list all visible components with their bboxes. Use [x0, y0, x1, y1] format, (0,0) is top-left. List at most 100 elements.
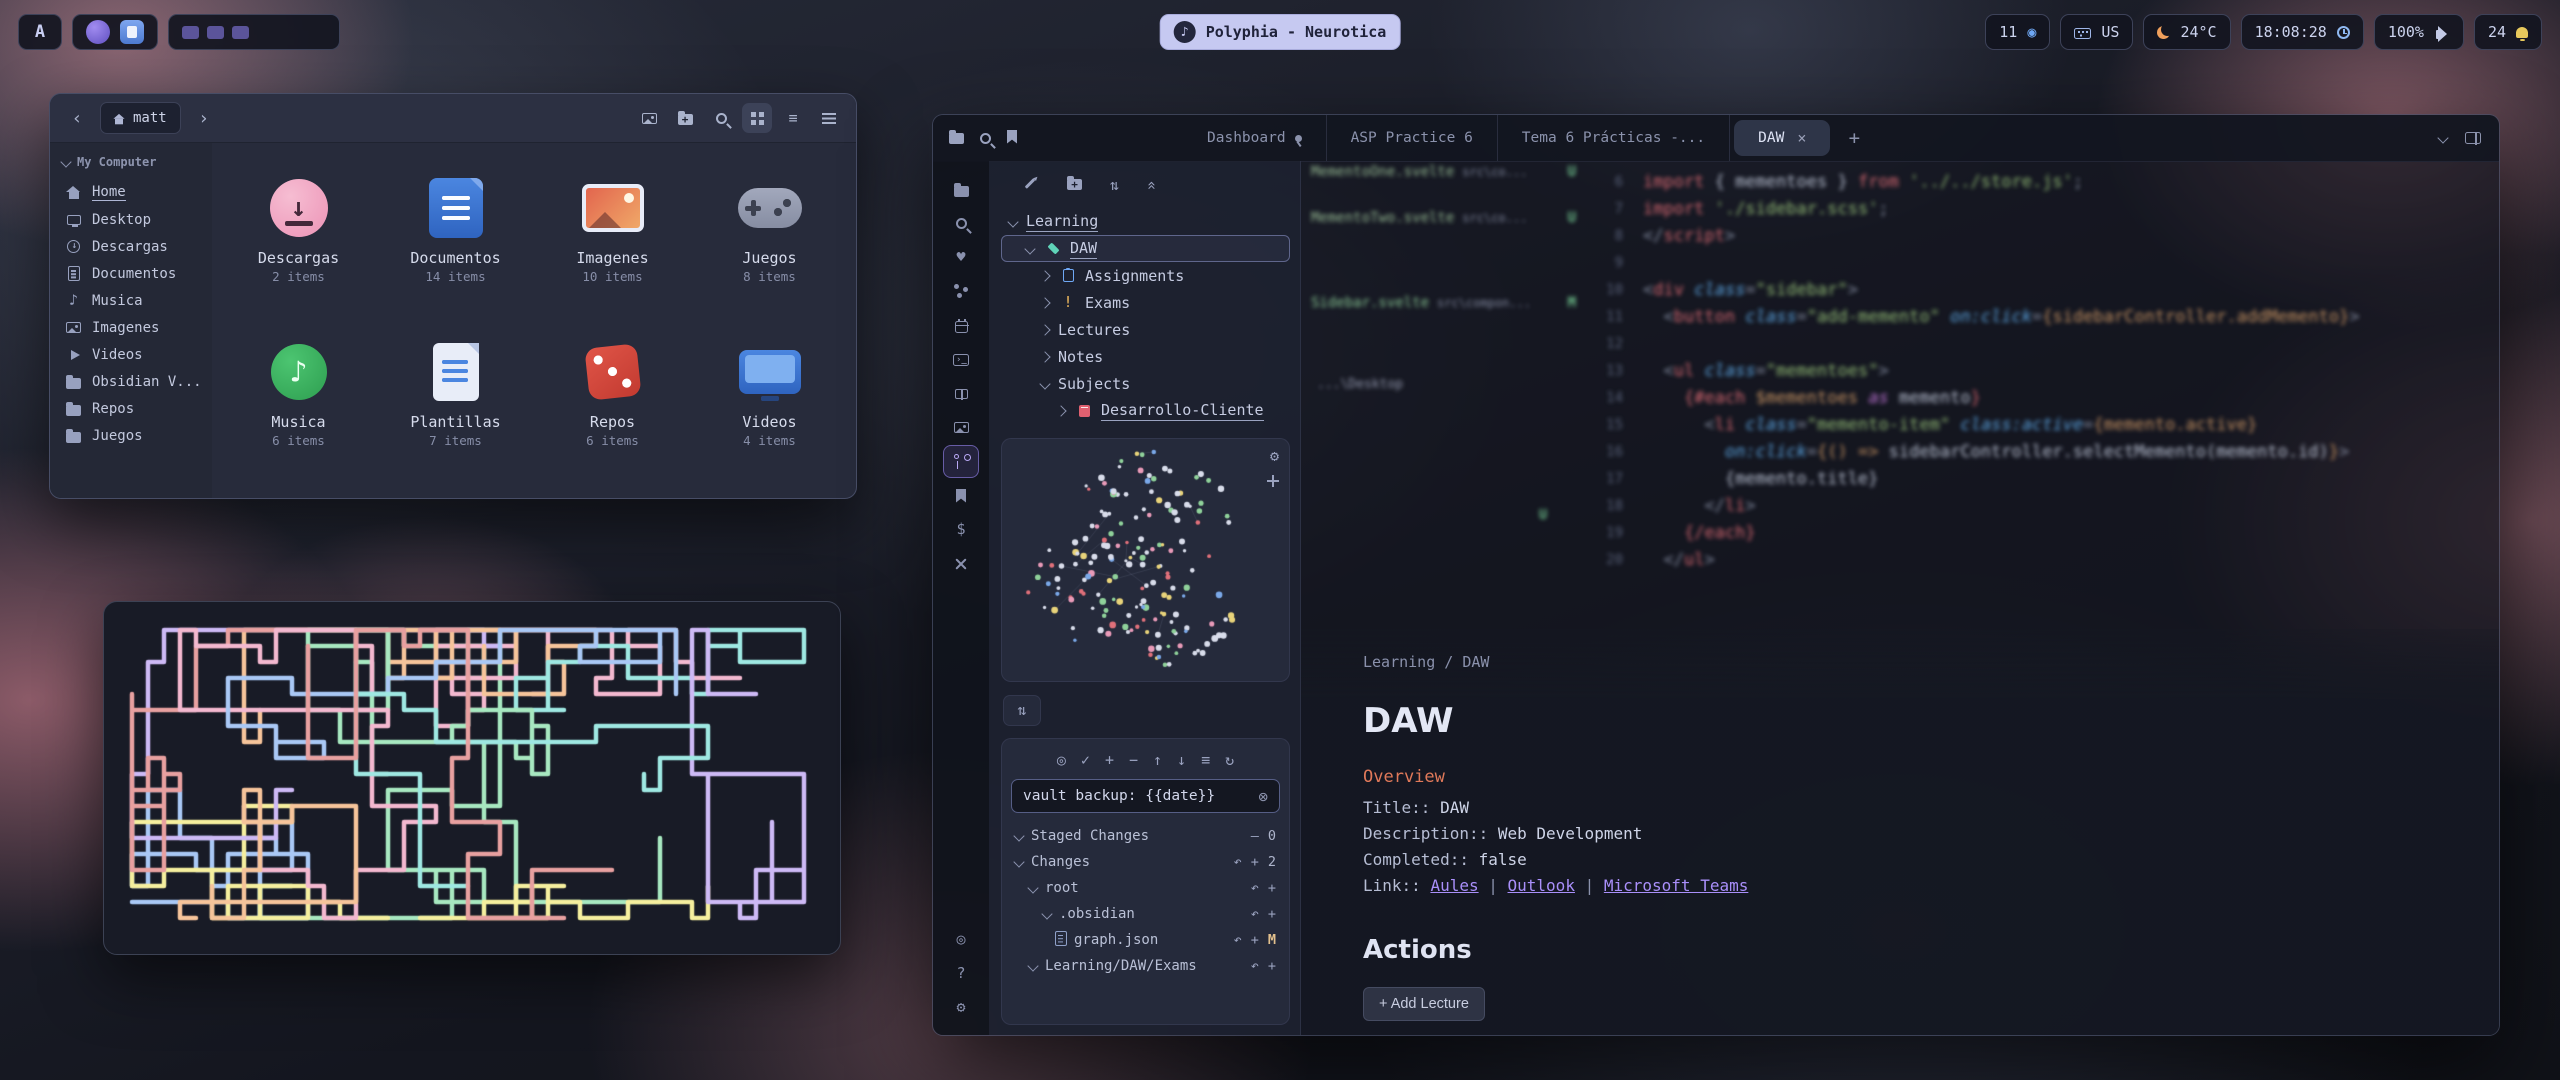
undo-action-icon[interactable]: ↶ [1251, 958, 1259, 974]
list-view-button[interactable]: ≡ [778, 103, 808, 133]
folder-juegos[interactable]: Juegos8 items [691, 157, 848, 321]
chevron-down-icon[interactable] [1041, 908, 1052, 919]
new-folder-button[interactable] [1067, 175, 1082, 196]
chevron-down-icon[interactable] [1027, 882, 1038, 893]
sidebar-item-desktop[interactable]: Desktop [58, 206, 204, 233]
tab-daw[interactable]: DAW× [1734, 120, 1830, 156]
commit-provider-button[interactable]: ◎ [1057, 750, 1066, 769]
folder-imagenes[interactable]: Imagenes10 items [534, 157, 691, 321]
sidebar-item-repos[interactable]: Repos [58, 395, 204, 422]
tab-list-chevron-icon[interactable] [2437, 132, 2448, 143]
new-note-button[interactable] [1021, 175, 1039, 196]
activity-search-button[interactable] [943, 207, 979, 240]
activity-bookmarks-button[interactable] [943, 479, 979, 512]
git-row-changes[interactable]: Changes↶+2 [1011, 849, 1280, 875]
note-link-outlook[interactable]: Outlook [1508, 876, 1575, 895]
sidebar-item-home[interactable]: Home [58, 179, 204, 206]
push-button[interactable]: ↑ [1153, 750, 1162, 769]
tab-asp-practice-6[interactable]: ASP Practice 6 [1327, 115, 1498, 161]
clock-module[interactable]: 18:08:28 [2241, 14, 2364, 50]
back-button[interactable]: ‹ [62, 103, 92, 133]
change-list-button[interactable]: ≡ [1201, 750, 1210, 769]
notes-button[interactable] [120, 20, 144, 44]
sidebar-item-juegos[interactable]: Juegos [58, 422, 204, 449]
tab-tema-6-pr-cticas-[interactable]: Tema 6 Prácticas -... [1498, 115, 1730, 161]
activity-sync-button[interactable]: ◎ [943, 923, 979, 956]
quick-search-button[interactable] [980, 129, 991, 148]
split-layout-icon[interactable] [2465, 132, 2481, 144]
tree-item-notes[interactable]: Notes [1001, 343, 1290, 370]
now-playing-widget[interactable]: ♪ Polyphia - Neurotica [1160, 14, 1401, 50]
folder-repos[interactable]: Repos6 items [534, 321, 691, 485]
pull-button[interactable]: ↓ [1177, 750, 1186, 769]
dash-action-icon[interactable]: — [1251, 828, 1259, 844]
sidebar-item-obsidian-v-[interactable]: Obsidian V... [58, 368, 204, 395]
note-link-microsoft-teams[interactable]: Microsoft Teams [1604, 876, 1749, 895]
activity-git-button[interactable] [943, 445, 979, 478]
commit-message-input[interactable]: vault backup: {{date}} ⊗ [1011, 779, 1280, 813]
activity-images-button[interactable] [943, 411, 979, 444]
chevron-down-icon[interactable] [1013, 856, 1024, 867]
plus-action-icon[interactable]: + [1268, 906, 1276, 922]
activity-health-button[interactable]: ♥ [943, 241, 979, 274]
avatar-button[interactable] [86, 20, 110, 44]
graph-canvas[interactable] [1003, 440, 1291, 678]
undo-action-icon[interactable]: ↶ [1234, 854, 1242, 870]
window-count-module[interactable]: 11◉ [1985, 14, 2050, 50]
close-tab-icon[interactable]: × [1797, 129, 1806, 147]
weather-module[interactable]: 24°C [2143, 14, 2230, 50]
note-link-aules[interactable]: Aules [1430, 876, 1478, 895]
chevron-down-icon[interactable] [1027, 960, 1038, 971]
undo-action-icon[interactable]: ↶ [1251, 880, 1259, 896]
new-tab-button[interactable]: + [1834, 127, 1874, 149]
note-breadcrumb[interactable]: Learning / DAW [1363, 653, 2409, 671]
breadcrumb[interactable]: matt [100, 102, 181, 134]
git-row-staged-changes[interactable]: Staged Changes—0 [1011, 823, 1280, 849]
tree-item-subjects[interactable]: Subjects [1001, 370, 1290, 397]
undo-action-icon[interactable]: ↶ [1251, 906, 1259, 922]
folder-plantillas[interactable]: Plantillas7 items [377, 321, 534, 485]
plus-action-icon[interactable]: + [1268, 958, 1276, 974]
window-chip[interactable] [207, 26, 224, 39]
window-chip[interactable] [182, 26, 199, 39]
notifications-module[interactable]: 24 [2474, 14, 2542, 50]
action-button--add-lecture[interactable]: + Add Lecture [1363, 987, 1485, 1021]
sidebar-item-imagenes[interactable]: Imagenes [58, 314, 204, 341]
tree-item-desarrollo-cliente[interactable]: Desarrollo-Cliente [1001, 397, 1290, 424]
plus-action-icon[interactable]: + [1268, 880, 1276, 896]
folder-descargas[interactable]: ↓Descargas2 items [220, 157, 377, 321]
chevron-right-icon[interactable] [1055, 405, 1066, 416]
tree-item-daw[interactable]: DAW [1001, 235, 1290, 262]
bookmarks-button[interactable] [1007, 129, 1017, 148]
collapse-all-button[interactable]: « [1147, 175, 1156, 196]
menu-button[interactable] [814, 103, 844, 133]
plus-action-icon[interactable]: + [1251, 854, 1259, 870]
chevron-right-icon[interactable] [1039, 324, 1050, 335]
chevron-down-icon[interactable] [1007, 216, 1018, 227]
graph-filter-button[interactable] [1267, 475, 1279, 487]
activity-book-button[interactable] [943, 377, 979, 410]
activity-settings-button[interactable]: ⚙ [943, 991, 979, 1024]
launcher-button[interactable]: A [18, 14, 62, 50]
commit-button[interactable]: ✓ [1081, 750, 1090, 769]
sidebar-item-videos[interactable]: Videos [58, 341, 204, 368]
activity-finance-button[interactable]: $ [943, 513, 979, 546]
sidebar-item-musica[interactable]: ♪Musica [58, 287, 204, 314]
chevron-down-icon[interactable] [1039, 378, 1050, 389]
folder-musica[interactable]: ♪Musica6 items [220, 321, 377, 485]
grid-view-button[interactable] [742, 103, 772, 133]
preview-toggle-button[interactable] [634, 103, 664, 133]
git-row-root[interactable]: root↶+ [1011, 875, 1280, 901]
git-row-graph-json[interactable]: graph.json↶+M [1011, 927, 1280, 953]
clear-message-icon[interactable]: ⊗ [1258, 787, 1268, 806]
tree-item-learning[interactable]: Learning [1001, 208, 1290, 235]
chevron-right-icon[interactable] [1039, 270, 1050, 281]
sidebar-section-title[interactable]: My Computer [58, 153, 204, 179]
chevron-right-icon[interactable] [1039, 297, 1050, 308]
activity-files-button[interactable] [943, 173, 979, 206]
git-sync-button[interactable]: ⇅ [1003, 695, 1041, 726]
window-chip[interactable] [232, 26, 249, 39]
tab-dashboard[interactable]: Dashboard [1183, 115, 1327, 161]
sidebar-item-documentos[interactable]: Documentos [58, 260, 204, 287]
forward-button[interactable]: › [189, 103, 219, 133]
